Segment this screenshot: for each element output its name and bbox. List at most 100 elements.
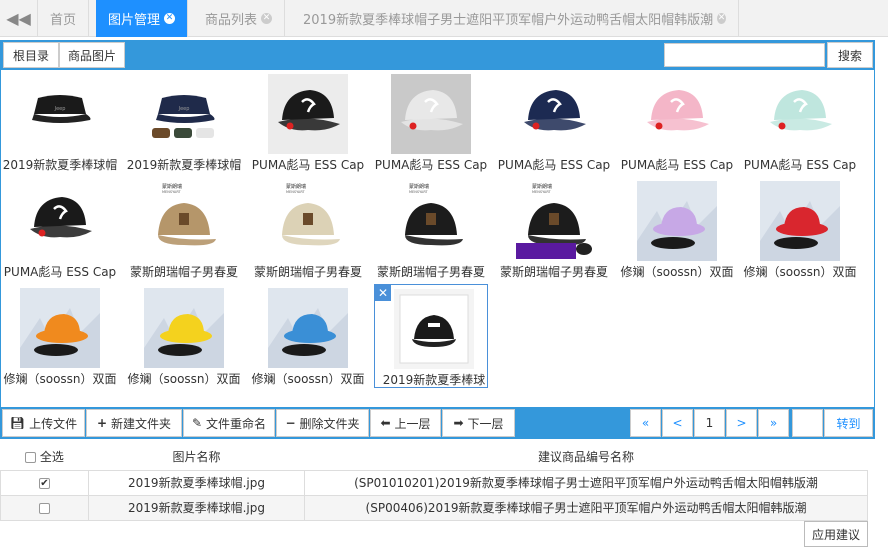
product-images-button[interactable]: 商品图片 xyxy=(59,42,125,68)
image-item[interactable]: 修斓（soossn）双面 xyxy=(618,177,736,281)
select-all-checkbox[interactable] xyxy=(25,452,37,464)
table-header: 全选 图片名称 建议商品编号名称 xyxy=(0,444,868,471)
root-dir-button[interactable]: 根目录 xyxy=(3,42,59,68)
image-item[interactable]: PUMA彪马 ESS Cap xyxy=(618,70,736,174)
up-level-label: 上一层 xyxy=(394,416,431,431)
svg-text:MENSYART: MENSYART xyxy=(286,190,306,194)
image-thumbnail xyxy=(268,288,348,368)
new-folder-button[interactable]: + 新建文件夹 xyxy=(86,409,182,437)
image-caption: PUMA彪马 ESS Cap xyxy=(374,158,488,172)
file-table: 全选 图片名称 建议商品编号名称 ✔ 2019新款夏季棒球帽.jpg (SP0101… xyxy=(0,444,868,521)
upload-button[interactable]: 💾︎ 上传文件 xyxy=(2,409,85,437)
first-page-button[interactable]: « xyxy=(630,409,661,437)
image-item[interactable]: 修斓（soossn）双面 xyxy=(741,177,859,281)
close-icon[interactable]: ✕ xyxy=(261,13,273,24)
image-item[interactable]: 蒙斯朗瑞 MENSYART 蒙斯朗瑞帽子男春夏 xyxy=(495,177,613,281)
action-toolbar: 💾︎ 上传文件 + 新建文件夹 ✎ 文件重命名 − 删除文件夹 ⬅︎ 上一层 ➡︎ 下一层 … xyxy=(0,407,875,439)
svg-text:MENSYART: MENSYART xyxy=(162,190,182,194)
current-page[interactable]: 1 xyxy=(694,409,725,437)
pencil-icon: ✎ xyxy=(191,416,203,430)
tab-image-manage[interactable]: 图片管理 ✕ xyxy=(96,0,189,37)
apply-suggestion-button[interactable]: 应用建议 xyxy=(804,521,868,547)
row-select-cell: ✔ xyxy=(0,469,89,496)
image-item[interactable]: 蒙斯朗瑞 MENSYART 蒙斯朗瑞帽子男春夏 xyxy=(249,177,367,281)
table-row[interactable]: 2019新款夏季棒球帽.jpg (SP00406)2019新款夏季棒球帽子男士遮阳… xyxy=(0,494,868,521)
upload-label: 上传文件 xyxy=(29,416,78,431)
search-input[interactable] xyxy=(664,43,825,67)
image-caption: PUMA彪马 ESS Cap xyxy=(497,158,611,172)
image-item[interactable]: 2019新款夏季棒球 ✕ xyxy=(374,284,488,388)
col-suggest-header: 建议商品编号名称 xyxy=(304,444,868,471)
image-item[interactable]: 蒙斯朗瑞 MENSYART 蒙斯朗瑞帽子男春夏 xyxy=(372,177,490,281)
image-item[interactable]: 蒙斯朗瑞 MENSYART 蒙斯朗瑞帽子男春夏 xyxy=(125,177,243,281)
arrow-right-icon: ➡︎ xyxy=(453,416,464,430)
row-checkbox[interactable]: ✔ xyxy=(39,477,50,489)
goto-page-button[interactable]: 转到 xyxy=(824,409,873,437)
image-item[interactable]: Jeep 2019新款夏季棒球帽 xyxy=(125,70,243,174)
image-thumbnail: 蒙斯朗瑞 MENSYART xyxy=(144,181,224,261)
plus-icon: + xyxy=(96,416,108,430)
image-item[interactable]: PUMA彪马 ESS Cap xyxy=(495,70,613,174)
rename-folder-button[interactable]: ✎ 文件重命名 xyxy=(183,409,275,437)
remove-selection-icon[interactable]: ✕ xyxy=(375,285,391,301)
search-button[interactable]: 搜索 xyxy=(827,42,873,68)
image-caption: 蒙斯朗瑞帽子男春夏 xyxy=(499,265,608,279)
tab-product-detail[interactable]: 2019新款夏季棒球帽子男士遮阳平顶军帽户外运动鸭舌帽太阳帽韩版潮 ✕ xyxy=(291,0,739,37)
down-level-button[interactable]: ➡︎ 下一层 xyxy=(442,409,515,437)
image-thumbnail: Jeep xyxy=(144,74,224,154)
tab-scroll-left-icon[interactable]: ◀◀ xyxy=(0,0,38,37)
down-level-label: 下一层 xyxy=(467,416,504,431)
last-page-button[interactable]: » xyxy=(758,409,789,437)
select-all-header: 全选 xyxy=(0,444,89,471)
image-thumbnail xyxy=(391,74,471,154)
close-icon[interactable]: ✕ xyxy=(717,13,726,24)
image-thumbnail: Jeep xyxy=(20,74,100,154)
tab-product-list[interactable]: 商品列表 ✕ xyxy=(193,0,286,37)
image-item[interactable]: Jeep 2019新款夏季棒球帽 xyxy=(1,70,119,174)
delete-folder-label: 删除文件夹 xyxy=(299,416,360,431)
image-item[interactable]: PUMA彪马 ESS Cap xyxy=(1,177,119,281)
image-item[interactable]: PUMA彪马 ESS Cap xyxy=(741,70,859,174)
image-caption: 修斓（soossn）双面 xyxy=(620,265,734,279)
tab-home-label: 首页 xyxy=(50,13,77,28)
image-item[interactable]: PUMA彪马 ESS Cap xyxy=(249,70,367,174)
close-icon[interactable]: ✕ xyxy=(164,13,176,24)
svg-text:蒙斯朗瑞: 蒙斯朗瑞 xyxy=(532,183,552,190)
image-caption: PUMA彪马 ESS Cap xyxy=(620,158,734,172)
image-item[interactable]: 修斓（soossn）双面 xyxy=(249,284,367,388)
tab-product-detail-label: 2019新款夏季棒球帽子男士遮阳平顶军帽户外运动鸭舌帽太阳帽韩版潮 xyxy=(303,13,714,28)
image-item[interactable]: PUMA彪马 ESS Cap xyxy=(372,70,490,174)
delete-folder-button[interactable]: − 删除文件夹 xyxy=(276,409,369,437)
image-caption: 2019新款夏季棒球帽 xyxy=(126,158,242,172)
image-thumbnail xyxy=(268,74,348,154)
image-caption: PUMA彪马 ESS Cap xyxy=(743,158,857,172)
save-icon: 💾︎ xyxy=(9,416,26,430)
tab-image-manage-label: 图片管理 xyxy=(108,13,161,28)
goto-page-input[interactable] xyxy=(792,409,823,437)
image-thumbnail xyxy=(394,289,474,369)
image-thumbnail xyxy=(144,288,224,368)
up-level-button[interactable]: ⬅︎ 上一层 xyxy=(370,409,441,437)
col-name-header: 图片名称 xyxy=(88,444,305,471)
image-caption: PUMA彪马 ESS Cap xyxy=(251,158,365,172)
next-page-button[interactable]: > xyxy=(726,409,757,437)
image-thumbnail xyxy=(20,181,100,261)
prev-page-button[interactable]: < xyxy=(662,409,693,437)
table-row[interactable]: ✔ 2019新款夏季棒球帽.jpg (SP01010201)2019新款夏季棒球帽子… xyxy=(0,469,868,496)
image-caption: 修斓（soossn）双面 xyxy=(743,265,857,279)
row-checkbox[interactable] xyxy=(39,502,50,514)
minus-icon: − xyxy=(285,416,296,430)
tab-bar: ◀◀ 首页 图片管理 ✕ 商品列表 ✕ 2019新款夏季棒球帽子男士遮阳平顶军帽户外… xyxy=(0,0,888,37)
tab-home[interactable]: 首页 xyxy=(38,0,90,37)
row-suggested-name: (SP01010201)2019新款夏季棒球帽子男士遮阳平顶军帽户外运动鸭舌帽太… xyxy=(304,469,868,496)
image-caption: 蒙斯朗瑞帽子男春夏 xyxy=(376,265,485,279)
image-thumbnail xyxy=(637,181,717,261)
image-caption: 修斓（soossn）双面 xyxy=(3,372,117,386)
row-select-cell xyxy=(0,494,89,521)
image-thumbnail: 蒙斯朗瑞 MENSYART xyxy=(268,181,348,261)
row-file-name: 2019新款夏季棒球帽.jpg xyxy=(88,494,305,521)
image-caption: 2019新款夏季棒球帽 xyxy=(2,158,118,172)
tab-product-list-label: 商品列表 xyxy=(205,13,258,28)
image-item[interactable]: 修斓（soossn）双面 xyxy=(1,284,119,388)
image-item[interactable]: 修斓（soossn）双面 xyxy=(125,284,243,388)
